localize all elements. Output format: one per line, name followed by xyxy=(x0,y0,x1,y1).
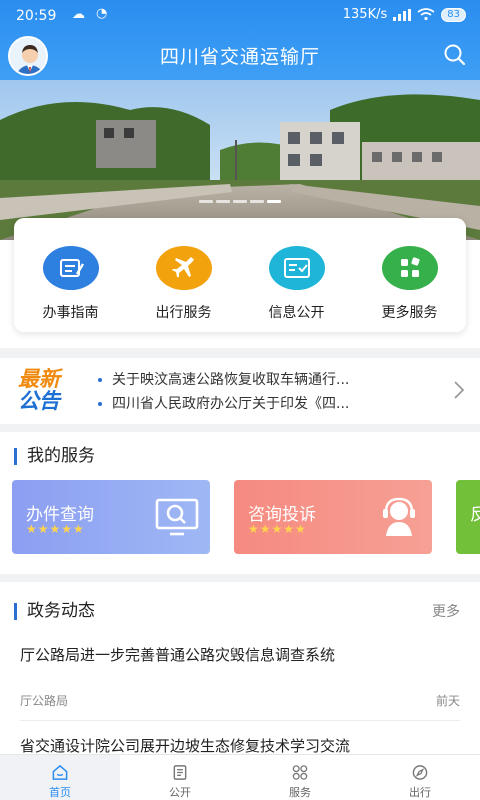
carousel-dot-active[interactable] xyxy=(267,200,281,203)
section-divider xyxy=(0,348,480,358)
status-time: 20:59 xyxy=(16,8,57,24)
rating-stars: ★★★★★ xyxy=(26,522,85,536)
news-time: 前天 xyxy=(435,694,460,708)
banner-image xyxy=(0,80,480,240)
carousel-dot[interactable] xyxy=(250,200,264,203)
service-label: 办事指南 xyxy=(42,305,99,321)
signal-icon xyxy=(393,8,412,21)
compass-icon xyxy=(412,765,428,780)
headset-icon xyxy=(383,497,415,536)
nav-label: 公开 xyxy=(169,786,191,799)
my-services-title: 我的服务 xyxy=(14,448,95,465)
battery-icon: 83 xyxy=(441,7,466,22)
service-label: 信息公开 xyxy=(268,305,325,321)
rating-stars: ★★★★★ xyxy=(248,522,307,536)
document-icon xyxy=(173,765,187,780)
news-source: 厅公路局 xyxy=(20,694,69,708)
nav-public[interactable]: 公开 xyxy=(120,755,240,800)
nav-home[interactable]: 首页 xyxy=(0,755,120,800)
wifi-icon xyxy=(417,8,435,21)
carousel-indicator xyxy=(0,200,480,203)
banner-carousel[interactable] xyxy=(0,80,480,240)
app-notification-icon: ◔ xyxy=(96,6,108,21)
notice-item[interactable]: 关于映汶高速公路恢复收取车辆通行... xyxy=(96,368,446,392)
service-label: 出行服务 xyxy=(155,305,212,321)
news-section-title: 政务动态 xyxy=(14,603,95,620)
home-icon xyxy=(52,764,68,780)
service-more-button[interactable]: 更多服务 xyxy=(353,218,466,332)
guide-icon xyxy=(42,246,99,290)
grid-icon xyxy=(381,246,438,290)
notice-bar[interactable]: 最新 公告 关于映汶高速公路恢复收取车辆通行... 四川省人民政府办公厅关于印发… xyxy=(0,360,480,422)
carousel-dot[interactable] xyxy=(233,200,247,203)
news-item-title[interactable]: 省交通设计院公司展开边坡生态修复技术学习交流 xyxy=(20,735,350,756)
quick-services-card: 办事指南 出行服务 信息公开 更多服务 xyxy=(14,218,466,332)
nav-label: 首页 xyxy=(49,786,71,799)
service-label: 更多服务 xyxy=(381,305,438,321)
nav-label: 服务 xyxy=(289,786,311,799)
news-item-meta: 厅公路局 前天 xyxy=(20,692,460,709)
bottom-nav: 首页 公开 服务 出行 xyxy=(0,754,480,800)
news-item-title[interactable]: 厅公路局进一步完善普通公路灾毁信息调查系统 xyxy=(20,644,335,665)
carousel-dot[interactable] xyxy=(199,200,213,203)
consult-complaint-tile[interactable]: 咨询投诉 ★★★★★ xyxy=(234,480,432,554)
grid-icon xyxy=(292,765,308,780)
chevron-right-icon[interactable] xyxy=(452,380,466,400)
section-divider xyxy=(0,424,480,432)
cloud-icon: ☁ xyxy=(72,7,85,22)
page-title: 四川省交通运输厅 xyxy=(159,46,320,68)
more-link[interactable]: 更多 xyxy=(432,601,460,621)
nav-label: 出行 xyxy=(409,786,431,799)
nav-travel[interactable]: 出行 xyxy=(360,755,480,800)
latest-notice-logo: 最新 公告 xyxy=(18,367,60,413)
list-divider xyxy=(20,720,460,721)
service-travel-button[interactable]: 出行服务 xyxy=(127,218,240,332)
nav-service[interactable]: 服务 xyxy=(240,755,360,800)
monitor-search-icon xyxy=(155,498,199,536)
airplane-icon xyxy=(155,246,212,290)
app-header: 20:59 ☁ ◔ 135K/s 83 四川省交通运输厅 xyxy=(0,0,480,80)
tile-label: 反 xyxy=(470,505,480,525)
section-divider xyxy=(0,574,480,582)
search-icon[interactable] xyxy=(442,42,468,68)
feedback-tile[interactable]: 反 xyxy=(456,480,480,554)
network-speed: 135K/s xyxy=(342,7,388,22)
service-info-button[interactable]: 信息公开 xyxy=(240,218,353,332)
service-guide-button[interactable]: 办事指南 xyxy=(14,218,127,332)
carousel-dot[interactable] xyxy=(216,200,230,203)
status-bar: 20:59 ☁ ◔ 135K/s 83 xyxy=(0,0,480,32)
notice-list: 关于映汶高速公路恢复收取车辆通行... 四川省人民政府办公厅关于印发《四... xyxy=(96,368,446,416)
case-query-tile[interactable]: 办件查询 ★★★★★ xyxy=(12,480,210,554)
notice-item[interactable]: 四川省人民政府办公厅关于印发《四... xyxy=(96,392,446,416)
info-card-icon xyxy=(268,246,325,290)
